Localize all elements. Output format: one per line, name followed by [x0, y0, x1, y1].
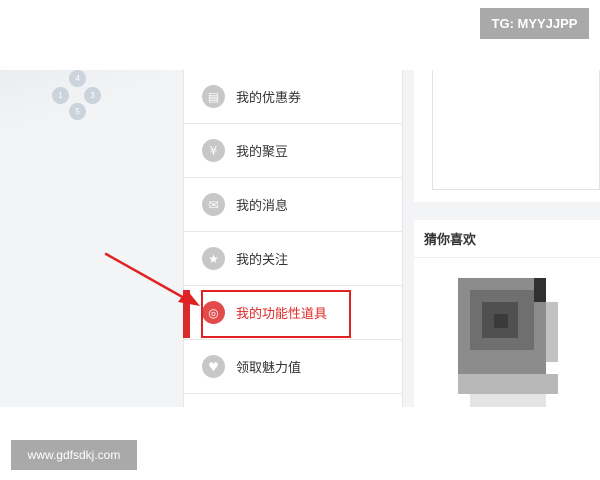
- screenshot-area: 4 1 3 5 ▤ 我的优惠券 ¥ 我的聚豆 ✉ 我的消息 ★ 我的关注 ◎ 我…: [0, 70, 600, 407]
- guess-you-like-panel: 猜你喜欢: [414, 220, 600, 407]
- dpad-dot-left: 1: [52, 87, 69, 104]
- menu-item-label: 我的消息: [236, 199, 289, 214]
- menu-item-label: 我的聚豆: [236, 145, 289, 160]
- dpad-dot-top: 4: [69, 70, 86, 87]
- heart-icon: ♥: [202, 355, 225, 378]
- star-icon: ★: [202, 247, 225, 270]
- watermark-bottom: www.gdfsdkj.com: [11, 440, 137, 470]
- left-background: 4 1 3 5: [0, 70, 183, 407]
- menu-item-following[interactable]: ★ 我的关注: [184, 232, 402, 286]
- yen-icon: ¥: [202, 139, 225, 162]
- top-right-card: [432, 70, 600, 190]
- annotation-highlight-box: [201, 290, 351, 338]
- menu-item-coupons[interactable]: ▤ 我的优惠券: [184, 70, 402, 124]
- menu-item-label: 我的关注: [236, 253, 289, 268]
- pixelated-product-image[interactable]: [458, 278, 558, 407]
- account-menu: ▤ 我的优惠券 ¥ 我的聚豆 ✉ 我的消息 ★ 我的关注 ◎ 我的功能性道具 ♥…: [183, 70, 403, 407]
- menu-item-beans[interactable]: ¥ 我的聚豆: [184, 124, 402, 178]
- coupon-icon: ▤: [202, 85, 225, 108]
- watermark-top: TG: MYYJJPP: [480, 8, 589, 39]
- menu-item-messages[interactable]: ✉ 我的消息: [184, 178, 402, 232]
- menu-item-charm[interactable]: ♥ 领取魅力值: [184, 340, 402, 394]
- page: 4 1 3 5 ▤ 我的优惠券 ¥ 我的聚豆 ✉ 我的消息 ★ 我的关注 ◎ 我…: [0, 0, 600, 480]
- active-indicator: [183, 290, 190, 338]
- menu-item-label: 领取魅力值: [236, 361, 302, 376]
- top-right-panel: [414, 70, 600, 202]
- panel-title: 猜你喜欢: [414, 220, 600, 258]
- dpad-decoration-icon: 4 1 3 5: [50, 70, 106, 122]
- dpad-dot-bottom: 5: [69, 103, 86, 120]
- dpad-dot-right: 3: [84, 87, 101, 104]
- envelope-icon: ✉: [202, 193, 225, 216]
- menu-item-label: 我的优惠券: [236, 91, 302, 106]
